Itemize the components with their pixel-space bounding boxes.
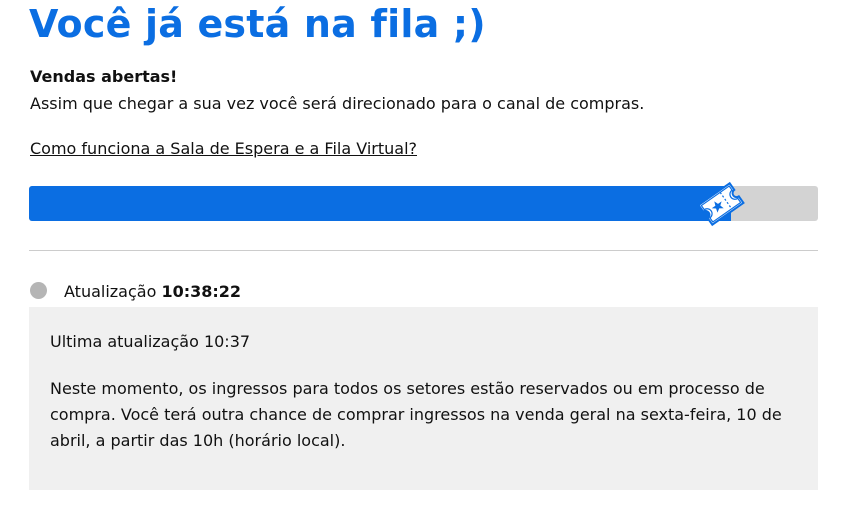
queue-page: Você já está na fila ;) Vendas abertas! … — [0, 0, 844, 532]
update-indicator-dot — [30, 282, 47, 299]
queue-progress-bar — [29, 181, 818, 227]
how-it-works-link[interactable]: Como funciona a Sala de Espera e a Fila … — [30, 139, 417, 158]
section-divider — [29, 250, 818, 251]
info-panel: Ultima atualização 10:37 Neste momento, … — [29, 307, 818, 490]
update-status: Atualização 10:38:22 — [64, 282, 241, 301]
update-label: Atualização — [64, 282, 157, 301]
sales-status-heading: Vendas abertas! — [30, 67, 178, 86]
update-time: 10:38:22 — [161, 282, 242, 301]
queue-progress-fill — [29, 186, 732, 221]
info-heading: Ultima atualização 10:37 — [50, 332, 251, 351]
ticket-icon — [697, 181, 746, 227]
info-body: Neste momento, os ingressos para todos o… — [50, 379, 782, 450]
sales-status-text: Assim que chegar a sua vez você será dir… — [30, 94, 645, 113]
page-title: Você já está na fila ;) — [29, 2, 486, 46]
